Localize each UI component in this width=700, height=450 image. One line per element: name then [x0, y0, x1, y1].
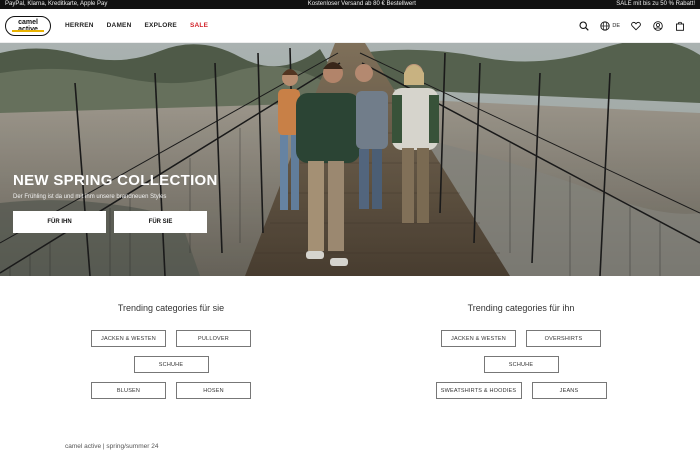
account-icon[interactable]	[652, 20, 664, 32]
main-nav: HERREN DAMEN EXPLORE SALE	[65, 22, 208, 29]
category-row: SWEATSHIRTS & HOODIES JEANS	[356, 382, 686, 399]
logo-line-1: camel	[18, 18, 38, 26]
category-schuhe-sie[interactable]: SCHUHE	[133, 356, 209, 373]
language-selector[interactable]: DE	[600, 20, 620, 31]
category-jeans[interactable]: JEANS	[531, 382, 607, 399]
season-note: camel active | spring/summer 24	[65, 443, 159, 450]
category-schuhe-ihn[interactable]: SCHUHE	[483, 356, 559, 373]
hero-banner[interactable]: NEW SPRING COLLECTION Der Frühling ist d…	[0, 43, 700, 276]
category-row: SCHUHE	[6, 356, 336, 373]
category-row: JACKEN & WESTEN OVERSHIRTS	[356, 330, 686, 347]
payment-info: PayPal, Klarna, Kreditkarte, Apple Pay	[5, 1, 108, 7]
category-jacken-westen-sie[interactable]: JACKEN & WESTEN	[91, 330, 166, 347]
category-row: JACKEN & WESTEN PULLOVER	[6, 330, 336, 347]
trending-categories-ihn: Trending categories für ihn JACKEN & WES…	[356, 303, 686, 399]
fuer-ihn-button[interactable]: FÜR IHN	[13, 211, 106, 233]
logo-line-2: active	[18, 25, 38, 33]
category-jacken-westen-ihn[interactable]: JACKEN & WESTEN	[441, 330, 516, 347]
language-code: DE	[612, 22, 620, 29]
trending-title-sie: Trending categories für sie	[117, 303, 225, 313]
nav-herren[interactable]: HERREN	[65, 22, 94, 29]
category-row: BLUSEN HOSEN	[6, 382, 336, 399]
category-hosen[interactable]: HOSEN	[176, 382, 251, 399]
sale-info[interactable]: SALE mit bis zu 50 % Rabatt!	[616, 0, 695, 9]
nav-explore[interactable]: EXPLORE	[145, 22, 177, 29]
hero-title: NEW SPRING COLLECTION	[13, 172, 218, 189]
globe-icon	[600, 20, 611, 31]
shipping-info: Kostenloser Versand ab 80 € Bestellwert	[307, 1, 416, 7]
category-overshirts[interactable]: OVERSHIRTS	[526, 330, 601, 347]
fuer-sie-button[interactable]: FÜR SIE	[114, 211, 207, 233]
site-header: camel active HERREN DAMEN EXPLORE SALE D…	[0, 9, 700, 43]
hero-subtitle: Der Frühling ist da und mit ihm unsere b…	[13, 194, 167, 200]
search-icon[interactable]	[578, 20, 590, 32]
trending-categories-sie: Trending categories für sie JACKEN & WES…	[6, 303, 336, 399]
nav-sale[interactable]: SALE	[190, 22, 208, 29]
category-blusen[interactable]: BLUSEN	[91, 382, 166, 399]
camel-active-logo[interactable]: camel active	[5, 15, 51, 36]
trending-title-ihn: Trending categories für ihn	[467, 303, 575, 313]
heart-icon[interactable]	[630, 20, 642, 32]
nav-damen[interactable]: DAMEN	[107, 22, 132, 29]
promo-bar: PayPal, Klarna, Kreditkarte, Apple Pay K…	[0, 0, 700, 9]
header-icons: DE	[578, 20, 686, 32]
category-sweatshirts-hoodies[interactable]: SWEATSHIRTS & HOODIES	[435, 382, 522, 399]
hero-image	[0, 43, 700, 276]
category-row: SCHUHE	[356, 356, 686, 373]
category-pullover[interactable]: PULLOVER	[176, 330, 251, 347]
shopping-bag-icon[interactable]	[674, 20, 686, 32]
